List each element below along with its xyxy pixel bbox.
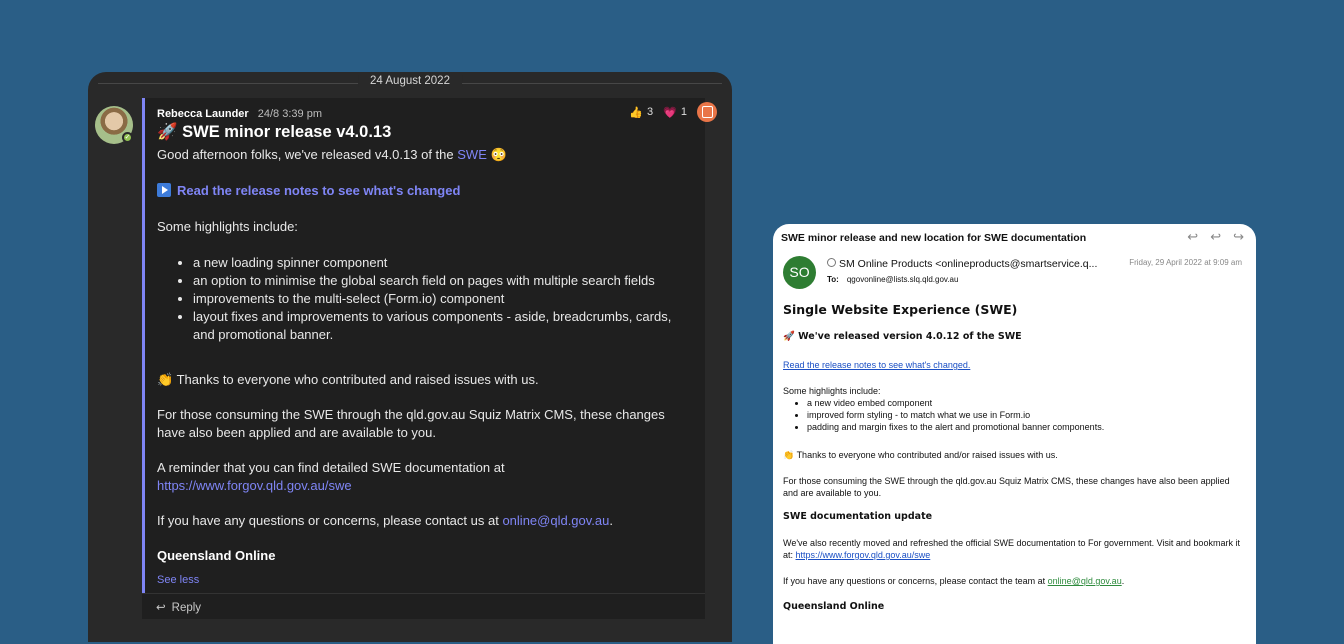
list-item: layout fixes and improvements to various… — [193, 308, 687, 344]
docs-paragraph: We've also recently moved and refreshed … — [783, 537, 1245, 561]
cms-note: For those consuming the SWE through the … — [783, 476, 1230, 498]
recipient-line: To: qgovonline@lists.slq.qld.gov.au — [827, 275, 958, 284]
rocket-icon: 🚀 — [783, 331, 795, 342]
add-reaction-button[interactable] — [697, 102, 717, 122]
reactions-bar: 👍 3 💗 1 — [629, 102, 717, 122]
highlights-list: a new video embed component improved for… — [783, 397, 1245, 433]
contact-paragraph: If you have any questions or concerns, p… — [157, 512, 687, 530]
contact-end: . — [1121, 576, 1125, 586]
contact-text: If you have any questions or concerns, p… — [157, 513, 499, 528]
message-author[interactable]: Rebecca Launder — [157, 108, 249, 120]
cms-note: For those consuming the SWE through the … — [157, 407, 665, 440]
thanks-text: Thanks to everyone who contributed and r… — [176, 372, 539, 387]
message-body: Good afternoon folks, we've released v4.… — [157, 146, 687, 565]
highlights-intro: Some highlights include: — [783, 386, 881, 396]
play-icon — [157, 183, 171, 197]
list-item: improved form styling - to match what we… — [807, 409, 1245, 421]
highlights-list: a new loading spinner component an optio… — [157, 254, 687, 344]
release-notes-link[interactable]: Read the release notes to see what's cha… — [783, 360, 970, 370]
note-icon — [701, 106, 713, 118]
email-preview: SWE minor release and new location for S… — [773, 224, 1256, 644]
list-item: an option to minimise the global search … — [193, 272, 687, 290]
reaction-count: 1 — [680, 106, 687, 118]
reply-arrow-icon: ↩ — [156, 602, 166, 614]
contact-end: . — [609, 513, 613, 528]
presence-available-icon: ✓ — [122, 132, 133, 143]
signature: Queensland Online — [783, 601, 885, 612]
heart-icon: 💗 — [663, 106, 677, 119]
contact-paragraph: If you have any questions or concerns, p… — [783, 575, 1245, 587]
docs-link[interactable]: https://www.forgov.qld.gov.au/swe — [796, 550, 931, 560]
docs-note: A reminder that you can find detailed SW… — [157, 460, 505, 475]
release-heading: 🚀 We've released version 4.0.12 of the S… — [783, 331, 1245, 343]
reply-icon[interactable]: ↩ — [1187, 229, 1198, 245]
recipient[interactable]: qgovonline@lists.slq.qld.gov.au — [847, 275, 959, 284]
thanks-paragraph: 👏 Thanks to everyone who contributed and… — [783, 449, 1245, 461]
reaction-count: 3 — [647, 106, 654, 118]
list-item: padding and margin fixes to the alert an… — [807, 421, 1245, 433]
see-less-link[interactable]: See less — [157, 574, 199, 586]
message-meta: Rebecca Launder 24/8 3:39 pm — [157, 108, 322, 120]
intro-text: Good afternoon folks, we've released v4.… — [157, 147, 454, 162]
teams-chat-panel: 24 August 2022 ✓ Rebecca Launder 24/8 3:… — [88, 72, 732, 642]
clapping-hands-icon: 👏 — [783, 450, 795, 460]
signature: Queensland Online — [157, 548, 276, 563]
list-item: a new loading spinner component — [193, 254, 687, 272]
email-actions: ↩ ↩ ↪ — [1187, 229, 1244, 245]
email-date: Friday, 29 April 2022 at 9:09 am — [1129, 258, 1242, 267]
date-separator-label: 24 August 2022 — [358, 75, 462, 87]
chat-message[interactable]: Rebecca Launder 24/8 3:39 pm 👍 3 💗 1 🚀 S… — [142, 98, 717, 593]
thanks-text: Thanks to everyone who contributed and/o… — [796, 450, 1058, 460]
reaction-thumbs-up[interactable]: 👍 3 — [629, 106, 653, 119]
clapping-hands-icon: 👏 — [157, 372, 174, 387]
sender-line: SM Online Products <onlineproducts@smart… — [827, 258, 1097, 270]
email-body: Single Website Experience (SWE) 🚀 We've … — [783, 302, 1245, 613]
reply-button[interactable]: ↩ Reply — [142, 593, 705, 619]
sender-name[interactable]: SM Online Products <onlineproducts@smart… — [839, 258, 1097, 270]
unread-circle-icon — [827, 258, 836, 267]
sender-avatar: SO — [783, 256, 816, 289]
email-subject: SWE minor release and new location for S… — [781, 232, 1087, 244]
to-label: To: — [827, 275, 839, 284]
flushed-face-icon: 😳 — [490, 147, 507, 162]
intro-paragraph: Good afternoon folks, we've released v4.… — [157, 146, 687, 164]
reply-all-icon[interactable]: ↩ — [1210, 229, 1221, 245]
release-notes-link[interactable]: Read the release notes to see what's cha… — [177, 183, 460, 198]
docs-heading: SWE documentation update — [783, 511, 933, 522]
rocket-icon: 🚀 — [157, 123, 178, 141]
email-heading: Single Website Experience (SWE) — [783, 302, 1018, 317]
swe-link[interactable]: SWE — [457, 147, 487, 162]
list-item: a new video embed component — [807, 397, 1245, 409]
forward-icon[interactable]: ↪ — [1233, 229, 1244, 245]
highlights-intro: Some highlights include: — [157, 219, 298, 234]
message-title-text: SWE minor release v4.0.13 — [182, 123, 392, 141]
contact-email-link[interactable]: online@qld.gov.au — [502, 513, 609, 528]
docs-link[interactable]: https://www.forgov.qld.gov.au/swe — [157, 478, 352, 493]
docs-paragraph: A reminder that you can find detailed SW… — [157, 459, 687, 495]
message-title: 🚀 SWE minor release v4.0.13 — [157, 123, 391, 142]
release-heading-text: We've released version 4.0.12 of the SWE — [798, 331, 1022, 342]
contact-email-link[interactable]: online@qld.gov.au — [1048, 576, 1122, 586]
release-notes-paragraph: Read the release notes to see what's cha… — [157, 182, 687, 200]
date-separator: 24 August 2022 — [88, 75, 732, 91]
reaction-heart[interactable]: 💗 1 — [663, 106, 687, 119]
thumbs-up-icon: 👍 — [629, 106, 644, 119]
reply-label: Reply — [171, 602, 202, 614]
thanks-paragraph: 👏 Thanks to everyone who contributed and… — [157, 371, 687, 389]
release-notes-paragraph: Read the release notes to see what's cha… — [783, 359, 1245, 371]
contact-text: If you have any questions or concerns, p… — [783, 576, 1046, 586]
message-timestamp: 24/8 3:39 pm — [257, 108, 322, 120]
list-item: improvements to the multi-select (Form.i… — [193, 290, 687, 308]
